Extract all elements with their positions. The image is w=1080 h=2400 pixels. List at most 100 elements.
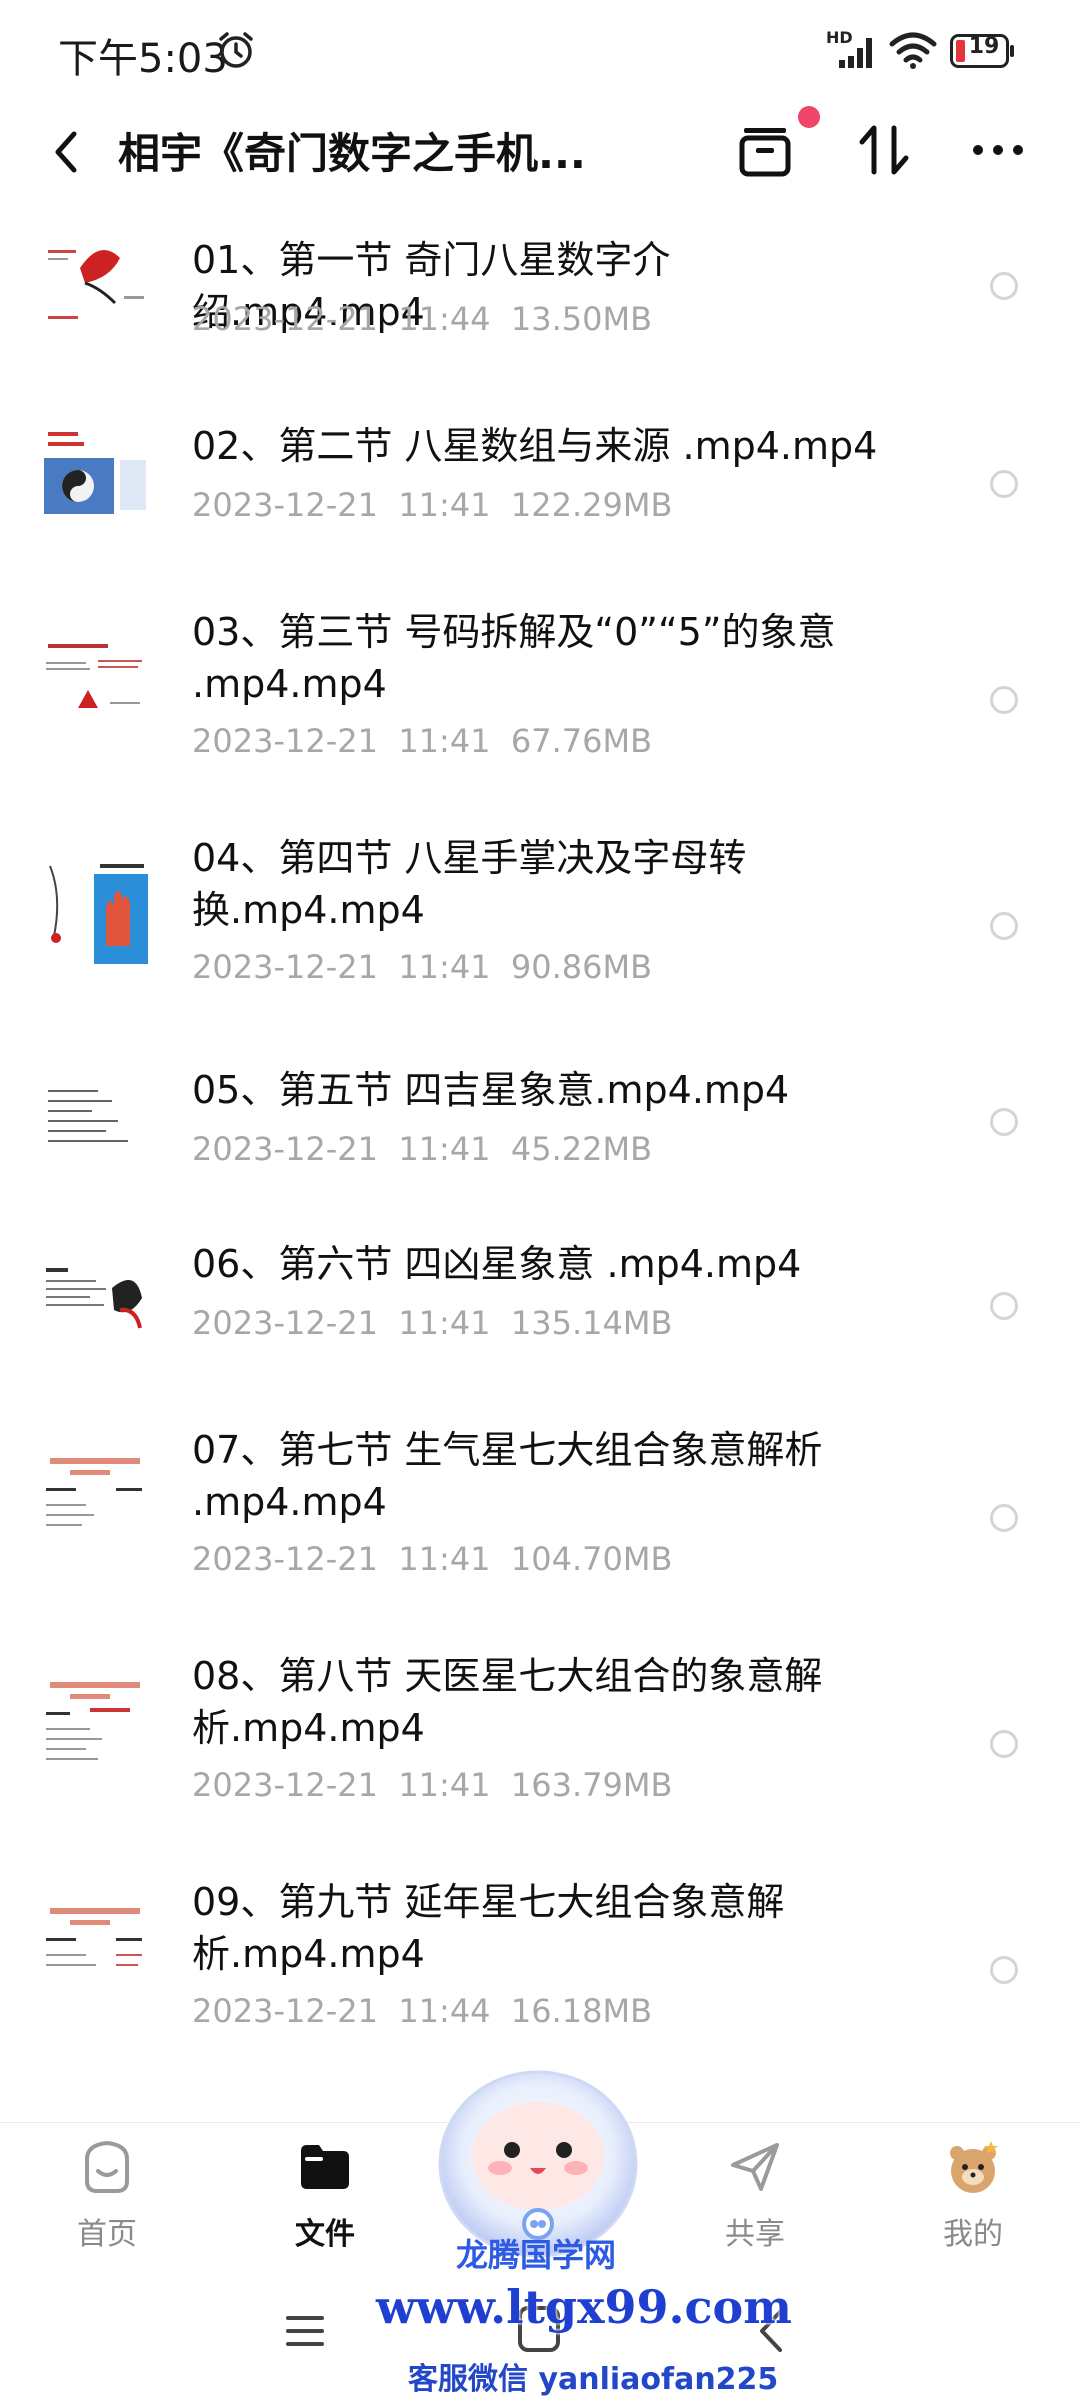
nav-label: 文件 (295, 2217, 355, 2252)
list-item[interactable]: 07、第七节 生气星七大组合象意解析 .mp4.mp4 2023-12-21 1… (0, 1394, 1080, 1620)
file-time: 11:44 (398, 300, 491, 338)
recent-apps-icon[interactable] (282, 2308, 328, 2354)
list-item[interactable]: 01、第一节 奇门八星数字介绍.mp4.mp4 2023-12-21 11:44… (0, 210, 1080, 390)
file-date: 2023-12-21 (192, 300, 378, 338)
video-thumbnail (40, 1068, 150, 1180)
file-size: 67.76MB (510, 722, 653, 760)
file-meta: 2023-12-21 11:41 67.76MB (192, 722, 652, 760)
select-radio[interactable] (990, 470, 1018, 498)
file-date: 2023-12-21 (192, 1540, 378, 1578)
sort-icon[interactable] (852, 118, 916, 182)
alarm-icon (219, 32, 253, 68)
file-title: 02、第二节 八星数组与来源 .mp4.mp4 (192, 424, 878, 468)
share-icon (731, 2143, 779, 2191)
select-radio[interactable] (990, 1292, 1018, 1320)
file-title: 09、第九节 延年星七大组合象意解析.mp4.mp4 (192, 1880, 785, 1976)
file-size: 13.50MB (510, 300, 653, 338)
file-time: 11:41 (398, 948, 491, 986)
file-size: 104.70MB (510, 1540, 673, 1578)
video-thumbnail (40, 1900, 150, 2012)
header: 相宇《奇门数字之手机... (0, 100, 1080, 210)
file-meta: 2023-12-21 11:44 13.50MB (192, 300, 652, 338)
file-meta: 2023-12-21 11:41 135.14MB (192, 1304, 672, 1342)
select-radio[interactable] (990, 1108, 1018, 1136)
video-thumbnail (40, 630, 150, 742)
file-title: 04、第四节 八星手掌决及字母转换.mp4.mp4 (192, 836, 747, 932)
home-icon (85, 2140, 129, 2193)
battery-level: 19 (968, 34, 1000, 59)
wifi-icon (889, 32, 937, 69)
video-thumbnail (40, 228, 150, 340)
watermark-wechat: 客服微信 yanliaofan225 (408, 2362, 779, 2397)
file-size: 90.86MB (510, 948, 653, 986)
file-meta: 2023-12-21 11:41 163.79MB (192, 1766, 672, 1804)
select-radio[interactable] (990, 1956, 1018, 1984)
file-time: 11:41 (398, 486, 491, 524)
file-meta: 2023-12-21 11:41 90.86MB (192, 948, 652, 986)
video-thumbnail (40, 1248, 150, 1360)
avatar-icon (950, 2141, 998, 2193)
file-time: 11:41 (398, 1130, 491, 1168)
nav-label: 共享 (725, 2217, 785, 2252)
video-thumbnail (40, 420, 150, 532)
watermark-url: www.ltgx99.com (376, 2280, 792, 2334)
list-item[interactable]: 02、第二节 八星数组与来源 .mp4.mp4 2023-12-21 11:41… (0, 390, 1080, 576)
file-meta: 2023-12-21 11:44 16.18MB (192, 1992, 652, 2030)
nav-item-home[interactable]: 首页 (32, 2137, 182, 2253)
file-size: 163.79MB (510, 1766, 673, 1804)
select-radio[interactable] (990, 1504, 1018, 1532)
file-title: 08、第八节 天医星七大组合的象意解析.mp4.mp4 (192, 1654, 823, 1750)
nav-label: 我的 (943, 2217, 1003, 2252)
file-size: 135.14MB (510, 1304, 673, 1342)
file-date: 2023-12-21 (192, 1766, 378, 1804)
signal-icon (839, 38, 872, 68)
file-date: 2023-12-21 (192, 1992, 378, 2030)
file-size: 16.18MB (510, 1992, 653, 2030)
file-meta: 2023-12-21 11:41 122.29MB (192, 486, 672, 524)
list-item[interactable]: 05、第五节 四吉星象意.mp4.mp4 2023-12-21 11:41 45… (0, 1028, 1080, 1208)
nav-item-share[interactable]: 共享 (680, 2137, 830, 2253)
video-thumbnail (40, 1674, 150, 1786)
file-size: 45.22MB (510, 1130, 653, 1168)
select-radio[interactable] (990, 272, 1018, 300)
file-title: 07、第七节 生气星七大组合象意解析 .mp4.mp4 (192, 1428, 823, 1524)
file-date: 2023-12-21 (192, 948, 378, 986)
list-item[interactable]: 08、第八节 天医星七大组合的象意解析.mp4.mp4 2023-12-21 1… (0, 1620, 1080, 1846)
page-title: 相宇《奇门数字之手机... (118, 129, 586, 178)
file-title: 06、第六节 四凶星象意 .mp4.mp4 (192, 1242, 802, 1286)
file-date: 2023-12-21 (192, 722, 378, 760)
nav-label: 首页 (77, 2217, 137, 2252)
status-bar: 下午5:03 HD 19 (0, 0, 1080, 100)
list-item[interactable]: 04、第四节 八星手掌决及字母转换.mp4.mp4 2023-12-21 11:… (0, 802, 1080, 1028)
archive-icon[interactable] (736, 118, 794, 180)
file-title: 03、第三节 号码拆解及“0”“5”的象意 .mp4.mp4 (192, 610, 836, 706)
file-date: 2023-12-21 (192, 1130, 378, 1168)
select-radio[interactable] (990, 912, 1018, 940)
more-options-icon[interactable] (966, 118, 1030, 182)
file-meta: 2023-12-21 11:41 45.22MB (192, 1130, 652, 1168)
select-radio[interactable] (990, 1730, 1018, 1758)
file-meta: 2023-12-21 11:41 104.70MB (192, 1540, 672, 1578)
file-time: 11:41 (398, 1766, 491, 1804)
list-item[interactable]: 06、第六节 四凶星象意 .mp4.mp4 2023-12-21 11:41 1… (0, 1208, 1080, 1394)
nav-item-me[interactable]: 我的 (898, 2137, 1048, 2253)
watermark-name: 龙腾国学网 (456, 2236, 617, 2274)
list-item[interactable]: 03、第三节 号码拆解及“0”“5”的象意 .mp4.mp4 2023-12-2… (0, 576, 1080, 802)
video-thumbnail (40, 1448, 150, 1560)
file-date: 2023-12-21 (192, 1304, 378, 1342)
notification-dot (798, 106, 820, 128)
file-size: 122.29MB (510, 486, 673, 524)
list-item[interactable]: 09、第九节 延年星七大组合象意解析.mp4.mp4 2023-12-21 11… (0, 1846, 1080, 2072)
folder-icon (301, 2145, 349, 2189)
back-arrow-icon[interactable] (46, 120, 86, 184)
video-thumbnail (40, 856, 150, 968)
status-time: 下午5:03 (58, 36, 228, 82)
file-title: 05、第五节 四吉星象意.mp4.mp4 (192, 1068, 790, 1112)
file-date: 2023-12-21 (192, 486, 378, 524)
file-time: 11:41 (398, 1304, 491, 1342)
nav-item-files[interactable]: 文件 (250, 2137, 400, 2253)
file-time: 11:44 (398, 1992, 491, 2030)
file-time: 11:41 (398, 722, 491, 760)
file-time: 11:41 (398, 1540, 491, 1578)
select-radio[interactable] (990, 686, 1018, 714)
